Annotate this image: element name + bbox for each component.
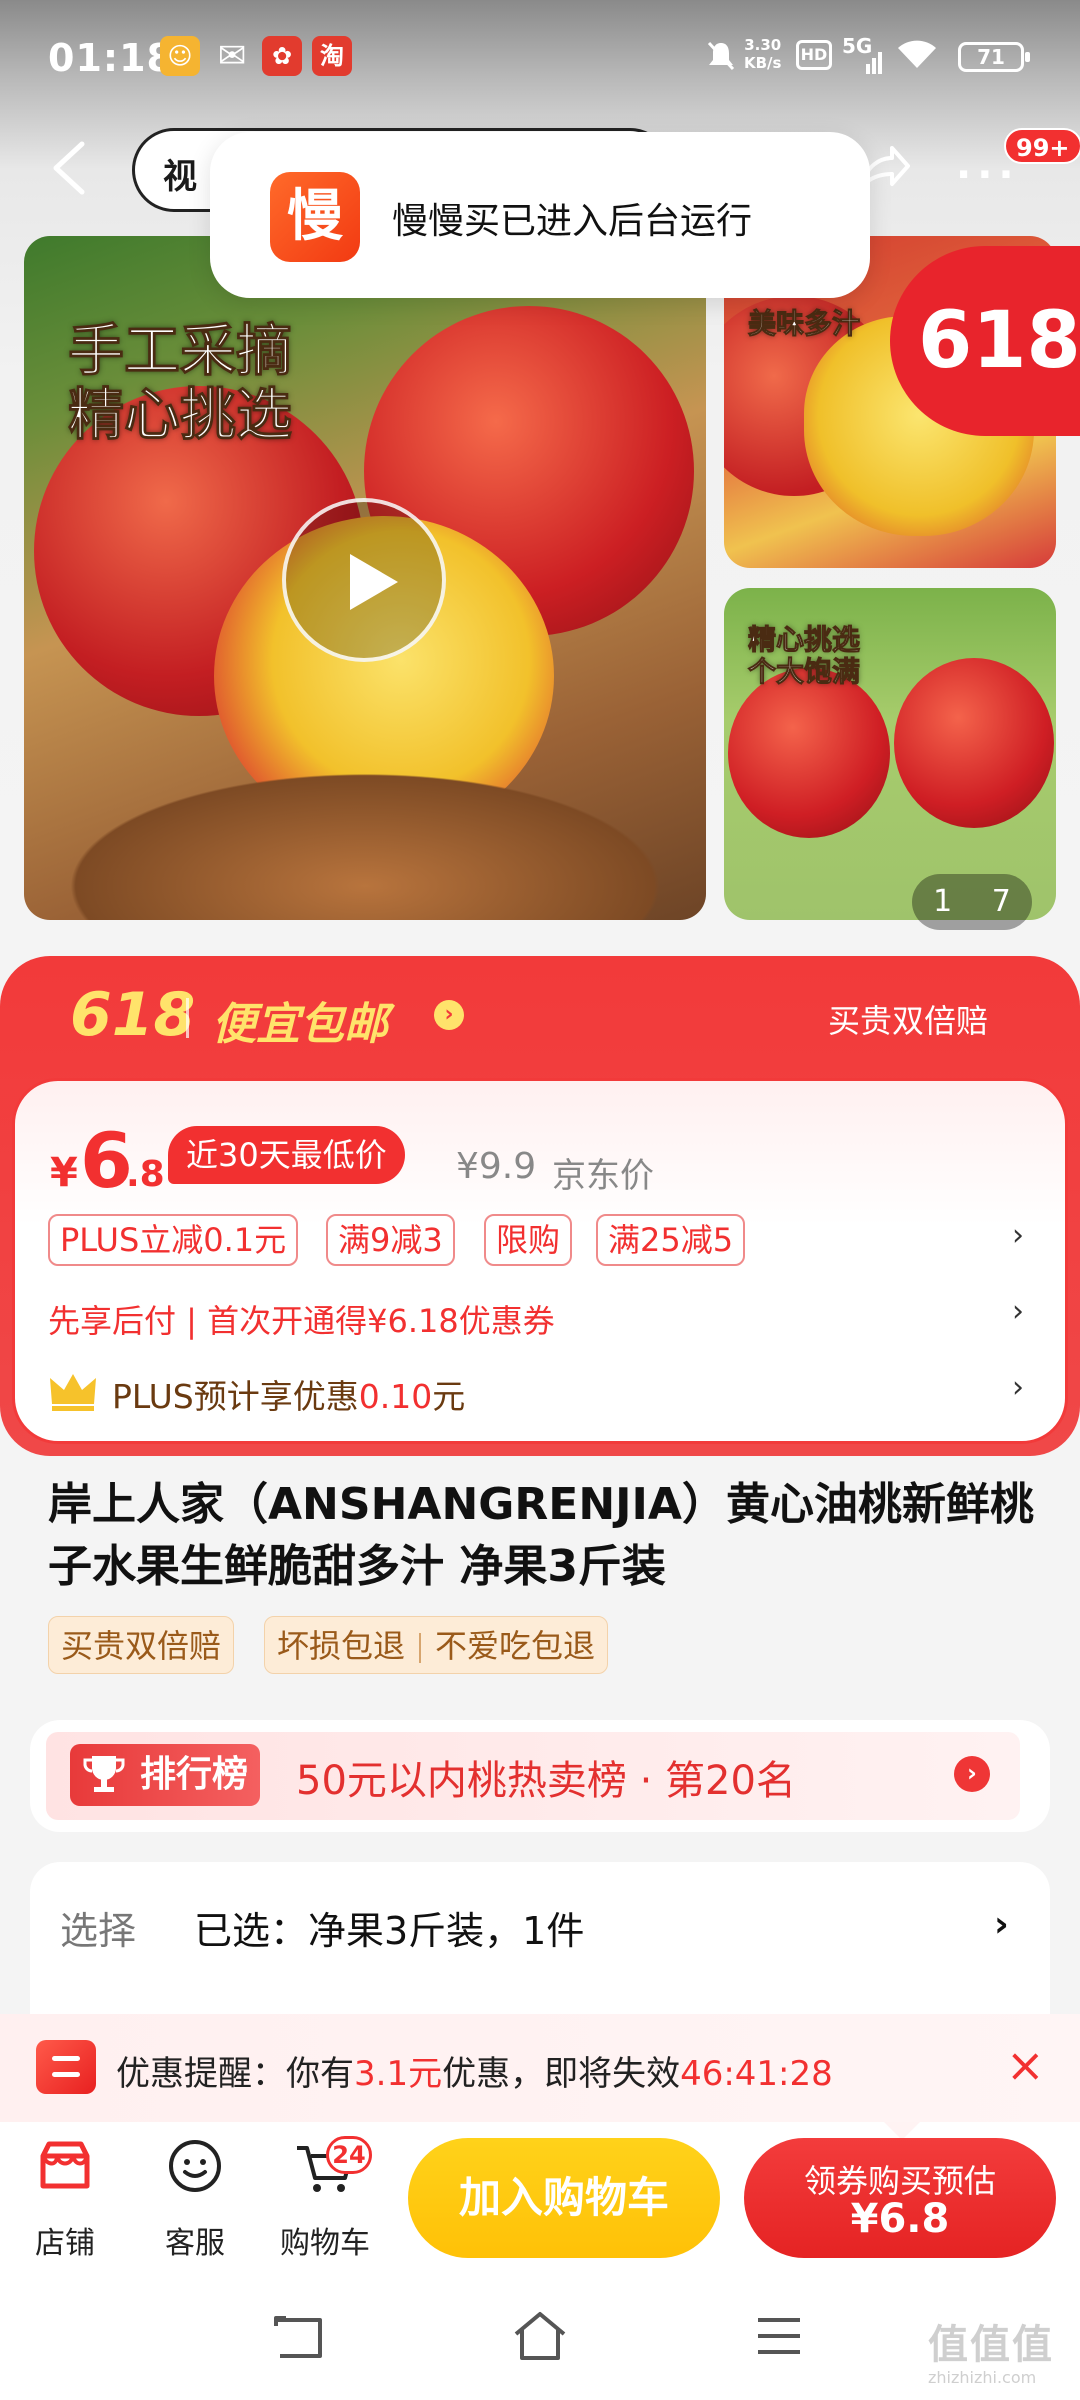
close-icon[interactable]: × bbox=[1006, 2038, 1045, 2092]
buy-with-coupon-button[interactable]: 领券购买预估 ¥6.8 bbox=[744, 2138, 1056, 2258]
status-bar: 01:18 ☺ ✉ ✿ 淘 3.30 KB/s HD 5G 71 bbox=[0, 0, 1080, 120]
toast-message: 慢慢买已进入后台运行 bbox=[392, 201, 753, 242]
discount-tag[interactable]: 满9减3 bbox=[326, 1214, 455, 1266]
discount-tag[interactable]: 限购 bbox=[484, 1214, 573, 1266]
promo-title[interactable]: 便宜包邮 bbox=[212, 988, 388, 1052]
net-speed: 3.30 KB/s bbox=[744, 36, 782, 72]
plus-crown-icon bbox=[50, 1374, 96, 1411]
system-back-icon[interactable] bbox=[272, 2312, 328, 2362]
price-integer: 6 bbox=[80, 1116, 133, 1205]
wechat-icon: ✉ bbox=[217, 36, 247, 76]
status-time: 01:18 bbox=[48, 36, 174, 80]
ranking-go-icon[interactable]: › bbox=[954, 1756, 990, 1792]
customer-service-button[interactable] bbox=[140, 2136, 250, 2204]
service-tag-group[interactable]: 坏损包退 不爱吃包退 bbox=[264, 1616, 609, 1674]
promo-arrow-icon[interactable]: › bbox=[434, 1000, 464, 1030]
price-decimal: .8 bbox=[126, 1154, 165, 1195]
add-to-cart-button[interactable]: 加入购物车 bbox=[408, 2138, 720, 2258]
cart-label[interactable]: 购物车 bbox=[270, 2218, 380, 2262]
watermark-logo: 值值值 bbox=[928, 2322, 1054, 2368]
wifi-icon bbox=[898, 40, 936, 68]
price-currency: ¥ bbox=[50, 1150, 78, 1196]
chevron-right-icon[interactable]: › bbox=[1012, 1294, 1024, 1329]
countdown-timer: 46:41:28 bbox=[680, 2054, 833, 2094]
mute-icon bbox=[707, 41, 735, 71]
618-badge: 618 bbox=[890, 246, 1080, 436]
taobao-icon: 淘 bbox=[312, 36, 352, 76]
jd-price-value: ¥9.9 bbox=[456, 1146, 537, 1187]
app-notification-icon: ☺ bbox=[160, 36, 200, 76]
image-pager: 1 7 bbox=[912, 874, 1032, 930]
chevron-right-icon[interactable]: › bbox=[1012, 1218, 1024, 1253]
discount-tag[interactable]: 满25减5 bbox=[596, 1214, 746, 1266]
pay-later-row[interactable]: 先享后付 | 首次开通得¥6.18优惠券 bbox=[48, 1296, 555, 1342]
background-toast: 慢 慢慢买已进入后台运行 bbox=[210, 132, 870, 298]
chevron-right-icon[interactable]: › bbox=[994, 1904, 1009, 1945]
cart-count-badge: 24 bbox=[326, 2136, 372, 2174]
promo-event-label: 618 bbox=[70, 980, 196, 1050]
selection-label: 选择 bbox=[60, 1909, 137, 1953]
side1-overlay-text: 美味多汁 bbox=[747, 307, 861, 341]
shop-label[interactable]: 店铺 bbox=[10, 2218, 120, 2262]
watermark-url: zhizhizhi.com bbox=[928, 2368, 1037, 2387]
promo-divider bbox=[186, 998, 189, 1038]
discount-tag[interactable]: PLUS立减0.1元 bbox=[48, 1214, 299, 1266]
coupon-reminder-text: 优惠提醒：你有3.1元优惠，即将失效46:41:28 bbox=[116, 2054, 833, 2094]
pinduoduo-icon: ✿ bbox=[262, 36, 302, 76]
shop-button[interactable] bbox=[10, 2136, 120, 2204]
product-title: 岸上人家（ANSHANGRENJIA）黄心油桃新鲜桃子水果生鲜脆甜多汁 净果3斤… bbox=[48, 1479, 1034, 1592]
ranking-text[interactable]: 50元以内桃热卖榜 · 第20名 bbox=[296, 1748, 796, 1806]
service-tag[interactable]: 买贵双倍赔 bbox=[48, 1616, 235, 1674]
hd-icon: HD bbox=[796, 40, 832, 70]
peach-image bbox=[894, 658, 1054, 828]
gallery-thumb-2[interactable]: 精心挑选 个大饱满 bbox=[724, 588, 1056, 920]
side2-overlay-text: 精心挑选 个大饱满 bbox=[747, 623, 861, 688]
signal-icon bbox=[866, 52, 882, 74]
battery-icon: 71 bbox=[958, 42, 1030, 72]
message-badge: 99+ bbox=[1004, 128, 1080, 164]
system-menu-icon[interactable] bbox=[754, 2314, 804, 2358]
back-arrow-icon[interactable] bbox=[48, 138, 92, 198]
price-guarantee-link[interactable]: 买贵双倍赔 bbox=[828, 996, 988, 1042]
system-home-icon[interactable] bbox=[510, 2308, 570, 2364]
trophy-icon bbox=[83, 1756, 125, 1792]
chat-smile-icon bbox=[169, 2140, 221, 2192]
chevron-right-icon[interactable]: › bbox=[1012, 1370, 1024, 1405]
coupon-icon bbox=[36, 2040, 96, 2094]
jd-price-label: 京东价 bbox=[552, 1156, 654, 1196]
shop-icon bbox=[40, 2141, 90, 2189]
main-product-video[interactable]: 手工采摘 精心挑选 bbox=[24, 236, 706, 920]
selection-value[interactable]: 已选：净果3斤装，1件 bbox=[194, 1900, 584, 1955]
main-overlay-text: 手工采摘 精心挑选 bbox=[68, 319, 293, 448]
peach-image bbox=[728, 668, 890, 838]
lowest-price-badge: 近30天最低价 bbox=[168, 1126, 405, 1184]
buy-button-price: ¥6.8 bbox=[850, 2196, 950, 2242]
plus-estimate-row[interactable]: PLUS预计享优惠0.10元 bbox=[112, 1370, 465, 1418]
play-icon[interactable] bbox=[282, 498, 446, 662]
wooden-bowl bbox=[24, 756, 706, 920]
customer-service-label[interactable]: 客服 bbox=[140, 2218, 250, 2262]
manmanmai-logo-icon: 慢 bbox=[270, 172, 360, 262]
